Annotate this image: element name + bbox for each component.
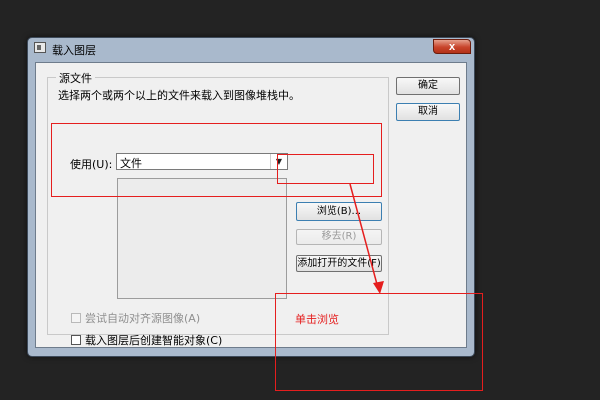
- annotation-arrow-icon: [349, 183, 384, 294]
